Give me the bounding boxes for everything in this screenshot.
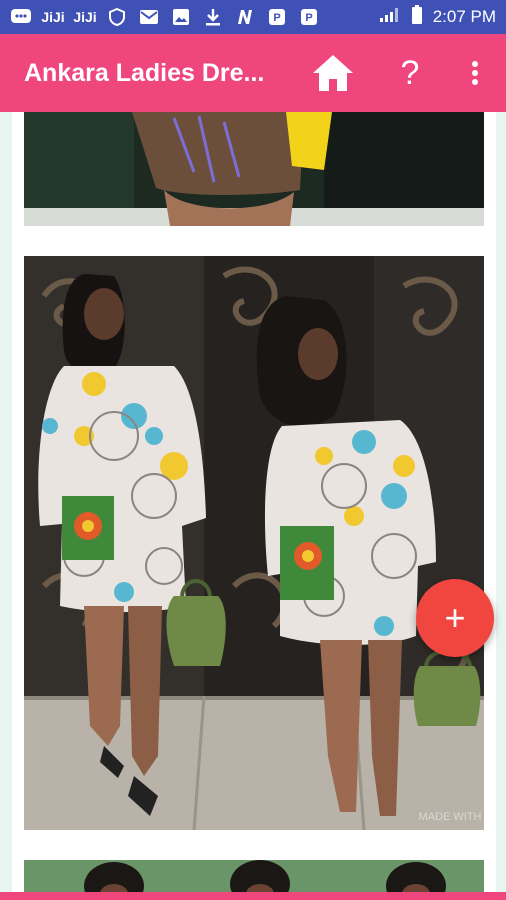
- battery-icon: [411, 4, 423, 30]
- dress-photo: [24, 112, 484, 226]
- svg-text:P: P: [305, 12, 312, 24]
- n-icon: [234, 8, 256, 26]
- app-toolbar: Ankara Ladies Dre... ?: [0, 34, 506, 112]
- status-bar: JiJi JiJi P P 2:07 PM: [0, 0, 506, 34]
- svg-text:P: P: [273, 12, 280, 24]
- home-icon: [313, 55, 353, 91]
- app-title: Ankara Ladies Dre...: [24, 58, 265, 87]
- overflow-menu-button[interactable]: [456, 34, 494, 112]
- jiji-icon: JiJi: [41, 9, 65, 25]
- add-button[interactable]: +: [416, 579, 494, 657]
- plus-icon: +: [444, 597, 466, 638]
- message-icon: [10, 8, 32, 26]
- list-item[interactable]: [24, 112, 484, 226]
- help-icon: ?: [400, 53, 420, 92]
- vpn-icon: [106, 8, 128, 26]
- signal-icon: [379, 7, 401, 28]
- download-icon: [202, 8, 224, 26]
- pdf-icon: P: [266, 8, 288, 26]
- more-vert-icon: [472, 61, 478, 85]
- jiji-icon: JiJi: [73, 9, 97, 25]
- pdf-icon: P: [298, 8, 320, 26]
- clock: 2:07 PM: [432, 7, 496, 26]
- image-list[interactable]: MADE WITH: [12, 112, 496, 900]
- help-button[interactable]: ?: [388, 34, 432, 112]
- dress-photo: MADE WITH: [24, 256, 484, 830]
- mail-icon: [138, 8, 160, 26]
- list-item[interactable]: MADE WITH: [24, 256, 484, 830]
- home-button[interactable]: [306, 34, 360, 112]
- image-icon: [170, 8, 192, 26]
- bottom-bar: [0, 892, 506, 900]
- watermark-text: MADE WITH: [419, 811, 482, 823]
